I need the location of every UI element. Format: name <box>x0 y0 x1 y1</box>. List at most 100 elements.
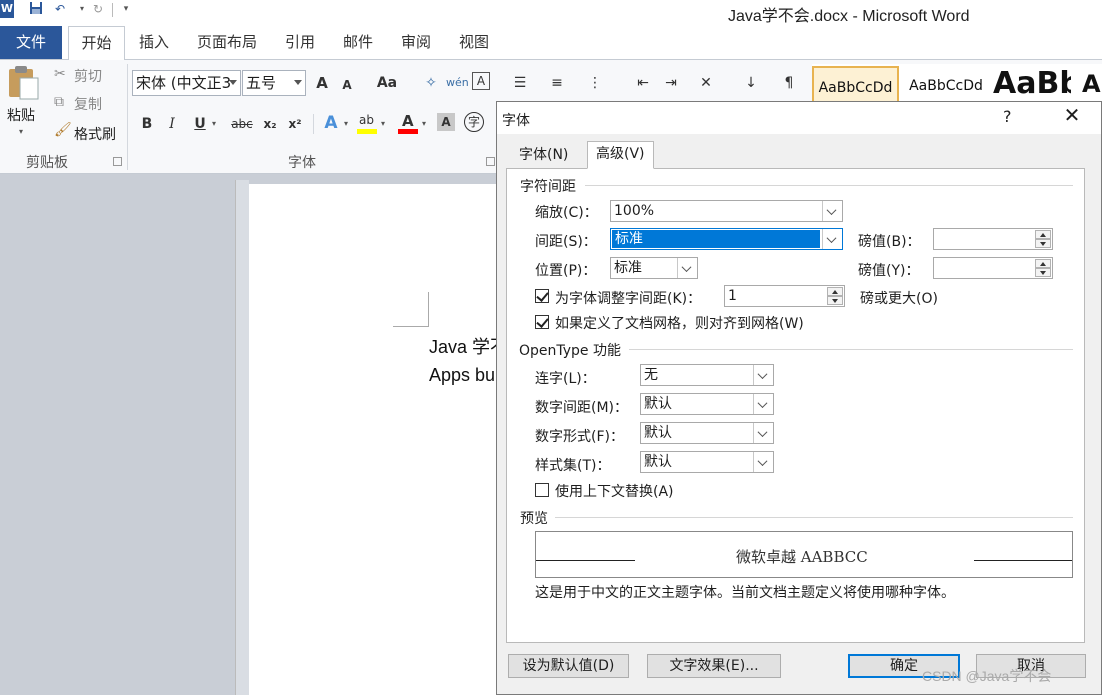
tab-file[interactable]: 文件 <box>0 26 62 59</box>
qat-separator <box>112 3 113 17</box>
phonetic-guide-icon[interactable]: wén <box>446 72 469 94</box>
preview-description: 这是用于中文的正文主题字体。当前文档主题定义将使用哪种字体。 <box>535 585 955 601</box>
help-button[interactable]: ? <box>1003 107 1012 126</box>
underline-dropdown-icon[interactable]: ▾ <box>212 119 216 128</box>
spin-down-icon[interactable] <box>1035 239 1051 248</box>
multilevel-list-icon[interactable]: ⋮ <box>584 72 606 94</box>
increase-indent-icon[interactable]: ⇥ <box>660 72 682 94</box>
chinese-layout-icon[interactable]: ✕ <box>695 72 717 94</box>
snap-to-grid-checkbox[interactable] <box>535 315 549 329</box>
save-icon[interactable] <box>28 1 44 17</box>
font-size-combo[interactable]: 五号 <box>242 70 306 96</box>
number-spacing-combo[interactable]: 默认 <box>640 393 774 415</box>
tab-references[interactable]: 引用 <box>278 24 322 60</box>
font-color-icon[interactable]: A <box>397 112 419 135</box>
strikethrough-icon[interactable]: abc <box>229 113 255 135</box>
vertical-ruler[interactable] <box>235 180 249 695</box>
format-painter-button[interactable]: 格式刷 <box>74 124 116 144</box>
chevron-down-icon[interactable] <box>822 201 842 221</box>
tab-view[interactable]: 视图 <box>452 24 496 60</box>
undo-dropdown-icon[interactable]: ▾ <box>74 1 90 17</box>
close-icon[interactable]: ✕ <box>1057 103 1087 127</box>
decrease-indent-icon[interactable]: ⇤ <box>632 72 654 94</box>
kerning-checkbox[interactable] <box>535 289 549 303</box>
dialog-title-bar[interactable]: 字体 ? ✕ <box>497 102 1101 134</box>
contextual-alternates-checkbox[interactable] <box>535 483 549 497</box>
subscript-icon[interactable]: x₂ <box>259 113 281 135</box>
change-case-icon[interactable]: Aa <box>373 72 401 94</box>
chevron-down-icon[interactable] <box>753 452 773 472</box>
customize-qat-icon[interactable]: ▾ <box>118 1 134 17</box>
style-heading-2[interactable]: A <box>1082 64 1102 104</box>
text-effects-dropdown-icon[interactable]: ▾ <box>344 119 348 128</box>
cut-icon[interactable]: ✂ <box>54 66 66 82</box>
underline-icon[interactable]: U <box>189 113 211 135</box>
paste-icon[interactable] <box>6 64 40 100</box>
enclose-char-icon[interactable]: 字 <box>464 112 484 132</box>
position-combo[interactable]: 标准 <box>610 257 698 279</box>
undo-icon[interactable]: ↶ <box>52 1 68 17</box>
chevron-down-icon[interactable] <box>753 423 773 443</box>
tab-advanced[interactable]: 高级(V) <box>587 141 654 169</box>
numbering-icon[interactable]: ≡ <box>546 72 568 94</box>
format-painter-icon[interactable]: 🖌 <box>54 122 72 138</box>
tab-mailings[interactable]: 邮件 <box>336 24 380 60</box>
char-border-icon[interactable]: A <box>472 72 490 90</box>
superscript-icon[interactable]: x² <box>284 113 306 135</box>
spacing-by-spinner[interactable] <box>933 228 1053 250</box>
spacing-combo[interactable]: 标准 <box>610 228 843 250</box>
redo-icon[interactable]: ↻ <box>90 1 106 17</box>
chevron-down-icon[interactable] <box>822 229 842 249</box>
show-marks-icon[interactable]: ¶ <box>778 72 800 94</box>
tab-home[interactable]: 开始 <box>68 26 125 60</box>
chevron-down-icon[interactable] <box>753 394 773 414</box>
spacing-selection <box>612 230 820 248</box>
tab-page-layout[interactable]: 页面布局 <box>190 24 264 60</box>
font-name-combo[interactable]: 宋体 (中文正3 <box>132 70 241 96</box>
style-heading-1[interactable]: AaBb <box>993 64 1071 104</box>
text-effects-icon[interactable]: A <box>320 112 342 134</box>
number-forms-combo[interactable]: 默认 <box>640 422 774 444</box>
tab-font[interactable]: 字体(N) <box>511 143 576 168</box>
font-color-dropdown-icon[interactable]: ▾ <box>422 119 426 128</box>
text-effects-button[interactable]: 文字效果(E)... <box>647 654 781 678</box>
style-normal[interactable]: AaBbCcDd <box>812 66 899 106</box>
tab-insert[interactable]: 插入 <box>132 24 176 60</box>
word-app-icon[interactable]: W <box>0 0 14 18</box>
paste-button[interactable]: 粘贴 <box>7 105 35 125</box>
spin-down-icon[interactable] <box>1035 268 1051 277</box>
spin-up-icon[interactable] <box>1035 230 1051 239</box>
stylistic-sets-combo[interactable]: 默认 <box>640 451 774 473</box>
italic-icon[interactable]: I <box>161 113 183 135</box>
spin-up-icon[interactable] <box>1035 259 1051 268</box>
grow-font-icon[interactable]: A <box>311 72 333 94</box>
style-no-spacing[interactable]: AaBbCcDd <box>903 66 989 106</box>
tab-review[interactable]: 审阅 <box>394 24 438 60</box>
spacing-value: 标准 <box>615 231 643 247</box>
bullets-icon[interactable]: ☰ <box>509 72 531 94</box>
sort-icon[interactable]: ↓ <box>740 72 762 94</box>
paste-dropdown-icon[interactable]: ▾ <box>19 127 23 136</box>
ligatures-combo[interactable]: 无 <box>640 364 774 386</box>
clear-format-icon[interactable]: ✧ <box>420 72 442 94</box>
position-by-spinner[interactable] <box>933 257 1053 279</box>
highlight-icon[interactable]: ab <box>356 113 378 135</box>
set-default-button[interactable]: 设为默认值(D) <box>508 654 629 678</box>
char-shading-icon[interactable]: A <box>437 113 455 131</box>
spin-down-icon[interactable] <box>827 296 843 305</box>
document-line-2[interactable]: Apps bu <box>429 365 495 386</box>
bold-icon[interactable]: B <box>136 113 158 135</box>
chevron-down-icon[interactable] <box>677 258 697 278</box>
copy-icon[interactable]: ⧉ <box>54 94 64 110</box>
scale-combo[interactable]: 100% <box>610 200 843 222</box>
cut-button[interactable]: 剪切 <box>74 66 102 86</box>
highlight-dropdown-icon[interactable]: ▾ <box>381 119 385 128</box>
kerning-spinner[interactable]: 1 <box>724 285 845 307</box>
number-forms-value: 默认 <box>644 425 672 441</box>
spin-up-icon[interactable] <box>827 287 843 296</box>
copy-button[interactable]: 复制 <box>74 94 102 114</box>
shrink-font-icon[interactable]: A <box>336 74 358 96</box>
font-launcher-icon[interactable] <box>486 157 495 166</box>
clipboard-launcher-icon[interactable] <box>113 157 122 166</box>
chevron-down-icon[interactable] <box>753 365 773 385</box>
